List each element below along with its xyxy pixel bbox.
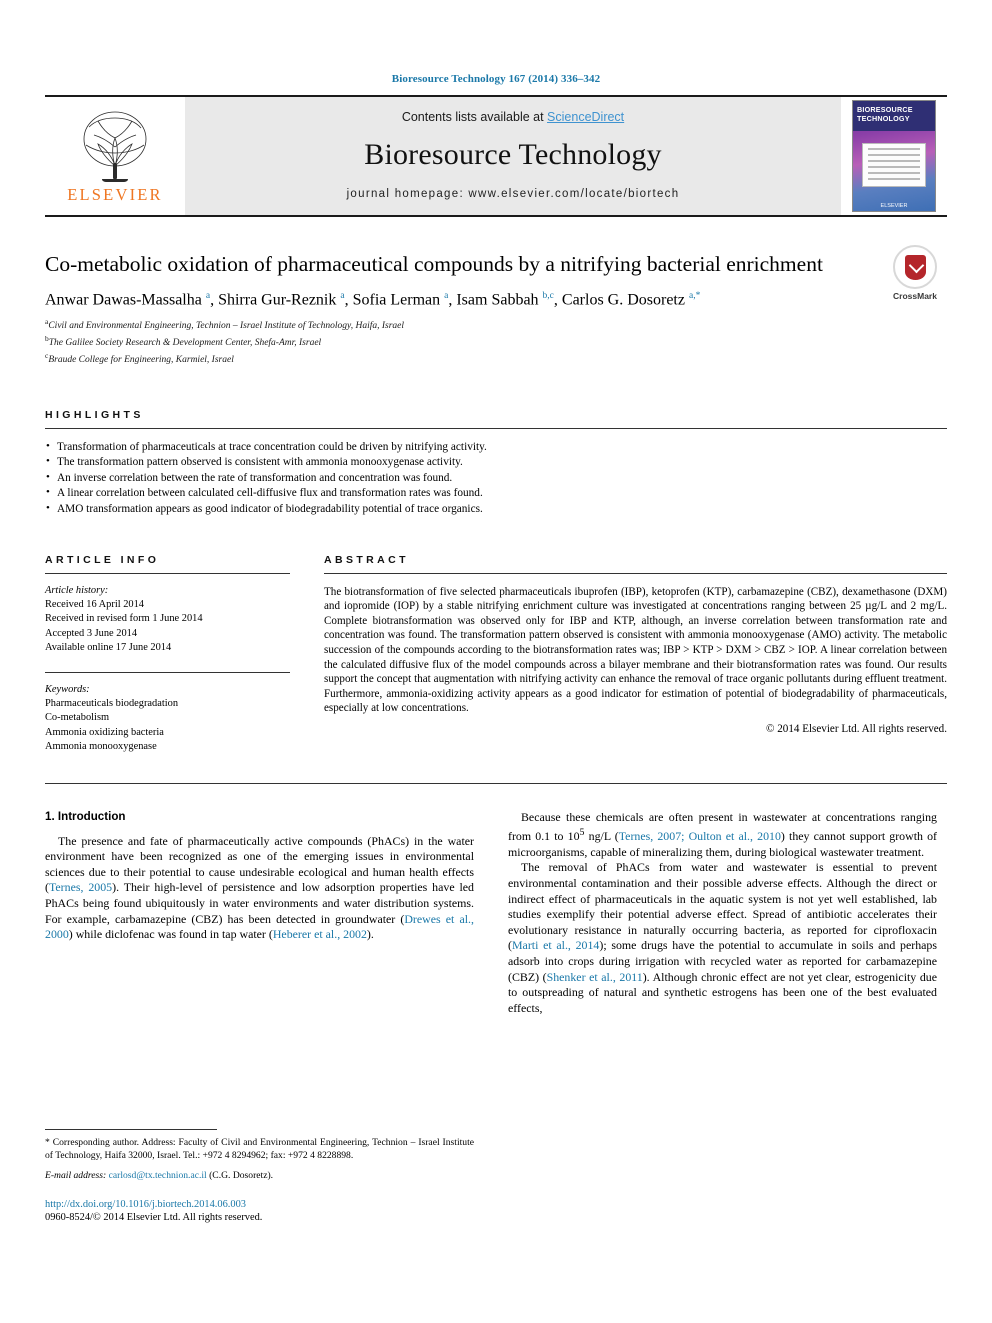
article-info-column: ARTICLE INFO Article history: Received 1… bbox=[45, 554, 290, 755]
article-info-rule bbox=[45, 572, 290, 574]
highlights-heading: HIGHLIGHTS bbox=[45, 408, 144, 421]
footnote-block: * Corresponding author. Address: Faculty… bbox=[45, 1129, 474, 1225]
article-history-label: Article history: bbox=[45, 584, 109, 596]
email-suffix: (C.G. Dosoretz). bbox=[209, 1170, 274, 1182]
body-columns: 1. Introduction The presence and fate of… bbox=[45, 810, 947, 1225]
affiliation-c: cBraude College for Engineering, Karmiel… bbox=[45, 350, 947, 367]
affiliation-b: bThe Galilee Society Research & Developm… bbox=[45, 333, 947, 350]
list-item: The transformation pattern observed is c… bbox=[45, 454, 947, 471]
journal-homepage[interactable]: journal homepage: www.elsevier.com/locat… bbox=[347, 188, 680, 200]
crossmark-badge[interactable]: CrossMark bbox=[883, 245, 947, 301]
body-column-right: Because these chemicals are often presen… bbox=[508, 810, 937, 1225]
cover-image: BIORESOURCE TECHNOLOGY ELSEVIER bbox=[852, 100, 936, 212]
footnote-rule bbox=[45, 1129, 217, 1131]
abstract-text: The biotransformation of five selected p… bbox=[324, 585, 947, 715]
highlights-section: HIGHLIGHTS Transformation of pharmaceuti… bbox=[45, 409, 947, 518]
email-label: E-mail address: bbox=[45, 1170, 107, 1182]
article-info-heading: ARTICLE INFO bbox=[45, 553, 160, 566]
affiliation-text-b: The Galilee Society Research & Developme… bbox=[48, 338, 322, 349]
history-revised: Received in revised form 1 June 2014 bbox=[45, 613, 203, 625]
elsevier-wordmark: ELSEVIER bbox=[67, 185, 163, 204]
abstract-heading: ABSTRACT bbox=[324, 553, 409, 566]
list-item: AMO transformation appears as good indic… bbox=[45, 501, 947, 518]
highlights-list: Transformation of pharmaceuticals at tra… bbox=[45, 439, 947, 518]
issn-copyright: 0960-8524/© 2014 Elsevier Ltd. All right… bbox=[45, 1212, 263, 1224]
abstract-copyright: © 2014 Elsevier Ltd. All rights reserved… bbox=[766, 722, 947, 735]
keywords-label: Keywords: bbox=[45, 683, 90, 695]
abstract-column: ABSTRACT The biotransformation of five s… bbox=[324, 554, 947, 755]
section-heading-introduction: 1. Introduction bbox=[45, 809, 126, 823]
cover-inset bbox=[862, 143, 926, 187]
highlights-rule bbox=[45, 427, 947, 429]
email-note: E-mail address: carlosd@tx.technion.ac.i… bbox=[45, 1170, 474, 1183]
keyword-item: Ammonia monooxygenase bbox=[45, 741, 157, 753]
affiliation-text-a: Civil and Environmental Engineering, Tec… bbox=[48, 321, 405, 332]
crossmark-icon bbox=[893, 245, 937, 289]
list-item: Transformation of pharmaceuticals at tra… bbox=[45, 439, 947, 456]
intro-paragraph-right-1: Because these chemicals are often presen… bbox=[508, 809, 937, 859]
contents-line: Contents lists available at ScienceDirec… bbox=[402, 110, 624, 124]
cover-title: BIORESOURCE TECHNOLOGY bbox=[853, 101, 935, 131]
keywords-block: Keywords: Pharmaceuticals biodegradation… bbox=[45, 683, 290, 755]
crossmark-label: CrossMark bbox=[893, 291, 937, 301]
doi-block: http://dx.doi.org/10.1016/j.biortech.201… bbox=[45, 1198, 474, 1225]
elsevier-tree-icon bbox=[83, 111, 147, 182]
cover-footer: ELSEVIER bbox=[880, 203, 908, 209]
intro-paragraph: The presence and fate of pharmaceuticall… bbox=[45, 833, 474, 942]
history-accepted: Accepted 3 June 2014 bbox=[45, 627, 138, 639]
journal-masthead: ELSEVIER Contents lists available at Sci… bbox=[45, 95, 947, 217]
page-title: Co-metabolic oxidation of pharmaceutical… bbox=[45, 252, 823, 276]
article-history: Article history: Received 16 April 2014 … bbox=[45, 584, 290, 656]
sciencedirect-link[interactable]: ScienceDirect bbox=[547, 110, 624, 124]
paper-page: Bioresource Technology 167 (2014) 336–34… bbox=[0, 0, 992, 1323]
list-item: An inverse correlation between the rate … bbox=[45, 470, 947, 487]
author-email-link[interactable]: carlosd@tx.technion.ac.il bbox=[109, 1170, 207, 1181]
intro-paragraph-right-2: The removal of PhACs from water and wast… bbox=[508, 860, 937, 1015]
running-head: Bioresource Technology 167 (2014) 336–34… bbox=[391, 73, 601, 85]
abstract-rule bbox=[324, 572, 947, 574]
elsevier-logo: ELSEVIER bbox=[45, 97, 185, 215]
list-item: A linear correlation between calculated … bbox=[45, 485, 947, 502]
history-online: Available online 17 June 2014 bbox=[45, 642, 172, 654]
masthead-center: Contents lists available at ScienceDirec… bbox=[185, 97, 841, 215]
affiliation-a: aCivil and Environmental Engineering, Te… bbox=[45, 316, 947, 333]
contents-prefix: Contents lists available at bbox=[401, 110, 548, 124]
keywords-rule bbox=[45, 671, 290, 673]
journal-cover-thumbnail: BIORESOURCE TECHNOLOGY ELSEVIER bbox=[841, 97, 947, 215]
body-column-left: 1. Introduction The presence and fate of… bbox=[45, 810, 474, 1225]
keyword-item: Ammonia oxidizing bacteria bbox=[45, 726, 164, 738]
body-separator-rule bbox=[45, 782, 947, 784]
doi-link[interactable]: http://dx.doi.org/10.1016/j.biortech.201… bbox=[45, 1199, 246, 1210]
affiliation-text-c: Braude College for Engineering, Karmiel,… bbox=[48, 354, 234, 365]
title-block: CrossMark Co-metabolic oxidation of phar… bbox=[45, 245, 947, 367]
journal-title: Bioresource Technology bbox=[364, 138, 662, 171]
keyword-item: Pharmaceuticals biodegradation bbox=[45, 697, 179, 709]
author-list: Anwar Dawas-Massalha a, Shirra Gur-Rezni… bbox=[45, 291, 701, 309]
info-abstract-section: ARTICLE INFO Article history: Received 1… bbox=[45, 554, 947, 755]
affiliation-list: aCivil and Environmental Engineering, Te… bbox=[45, 316, 947, 366]
keyword-item: Co-metabolism bbox=[45, 712, 110, 724]
corresponding-author-note: * Corresponding author. Address: Faculty… bbox=[45, 1137, 474, 1161]
history-received: Received 16 April 2014 bbox=[45, 598, 144, 610]
